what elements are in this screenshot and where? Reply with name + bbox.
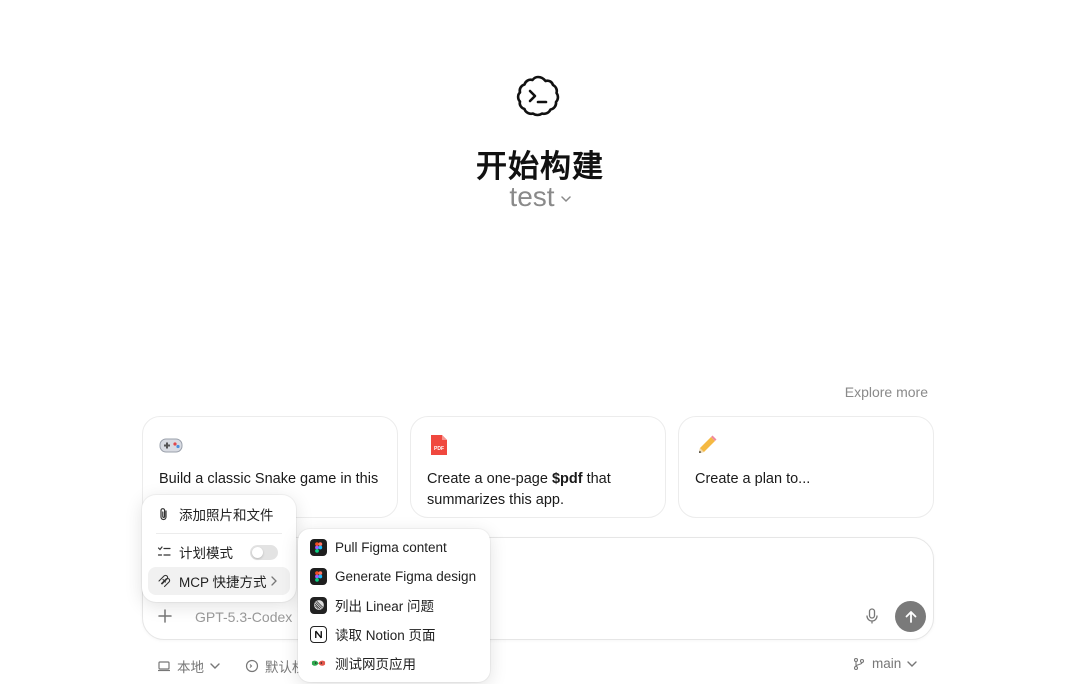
menu-item-label: 添加照片和文件 (179, 508, 274, 523)
paperclip-icon (157, 507, 171, 521)
mcp-shortcuts-submenu: Pull Figma content Generate Figma design… (298, 529, 490, 682)
pdf-file-icon: PDF (427, 433, 451, 457)
chevron-down-icon (907, 660, 917, 667)
menu-divider (156, 533, 282, 534)
game-controller-icon (159, 433, 183, 457)
project-name: test (509, 181, 555, 212)
submenu-item-notion-page[interactable]: 读取 Notion 页面 (304, 620, 484, 648)
codex-logo-icon (515, 73, 561, 119)
menu-item-label: MCP 快捷方式 (179, 575, 267, 590)
send-button[interactable] (895, 601, 926, 632)
card-text: Create a one-page $pdf that summarizes t… (427, 471, 611, 508)
menu-item-plan-mode[interactable]: 计划模式 (148, 538, 290, 566)
submenu-item-test-web-app[interactable]: 测试网页应用 (304, 649, 484, 677)
menu-item-add-files[interactable]: 添加照片和文件 (148, 500, 290, 528)
microphone-icon[interactable] (863, 607, 881, 625)
checklist-icon (157, 545, 171, 559)
plus-icon (158, 609, 172, 623)
chevron-right-icon (271, 576, 277, 586)
branch-selector[interactable]: main (852, 656, 917, 671)
svg-text:PDF: PDF (434, 446, 444, 452)
model-selector[interactable]: GPT-5.3-Codex (195, 609, 292, 625)
submenu-item-label: Generate Figma design (335, 568, 477, 584)
submenu-item-label: 列出 Linear 问题 (335, 599, 435, 614)
git-branch-icon (853, 657, 865, 670)
menu-item-label: 计划模式 (179, 546, 233, 561)
card-text: Create a plan to... (695, 471, 811, 487)
laptop-icon (158, 661, 170, 672)
suggestion-card-plan[interactable]: Create a plan to... (678, 416, 934, 518)
add-button[interactable] (150, 601, 180, 631)
project-selector[interactable]: test (0, 181, 1080, 213)
branch-label: main (872, 656, 902, 671)
chevron-down-icon (210, 663, 220, 669)
environment-label: 本地 (177, 660, 204, 675)
suggestion-card-pdf[interactable]: PDF Create a one-page $pdf that summariz… (410, 416, 666, 518)
explore-more-link[interactable]: Explore more (845, 384, 928, 400)
pencil-icon (695, 433, 719, 457)
arrow-up-icon (905, 610, 916, 623)
submenu-item-linear-issues[interactable]: 列出 Linear 问题 (304, 591, 484, 619)
mcp-icon (157, 574, 171, 588)
linear-icon (310, 596, 327, 614)
submenu-item-label: Pull Figma content (335, 539, 447, 555)
plan-mode-toggle[interactable] (250, 545, 278, 560)
figma-icon (310, 538, 327, 556)
chevron-down-icon (560, 195, 571, 202)
submenu-item-pull-figma[interactable]: Pull Figma content (304, 533, 484, 561)
menu-item-mcp-shortcuts[interactable]: MCP 快捷方式 (148, 567, 290, 595)
submenu-item-label: 测试网页应用 (335, 657, 416, 672)
playwright-icon (310, 655, 327, 672)
environment-selector[interactable]: 本地 (157, 656, 220, 676)
submenu-item-generate-figma[interactable]: Generate Figma design (304, 562, 484, 590)
add-menu: 添加照片和文件 计划模式 MCP 快捷方式 (142, 495, 296, 602)
shield-icon (245, 659, 259, 673)
notion-icon (310, 625, 327, 643)
figma-icon (310, 567, 327, 585)
submenu-item-label: 读取 Notion 页面 (335, 628, 436, 643)
page-title: 开始构建 (476, 149, 604, 185)
